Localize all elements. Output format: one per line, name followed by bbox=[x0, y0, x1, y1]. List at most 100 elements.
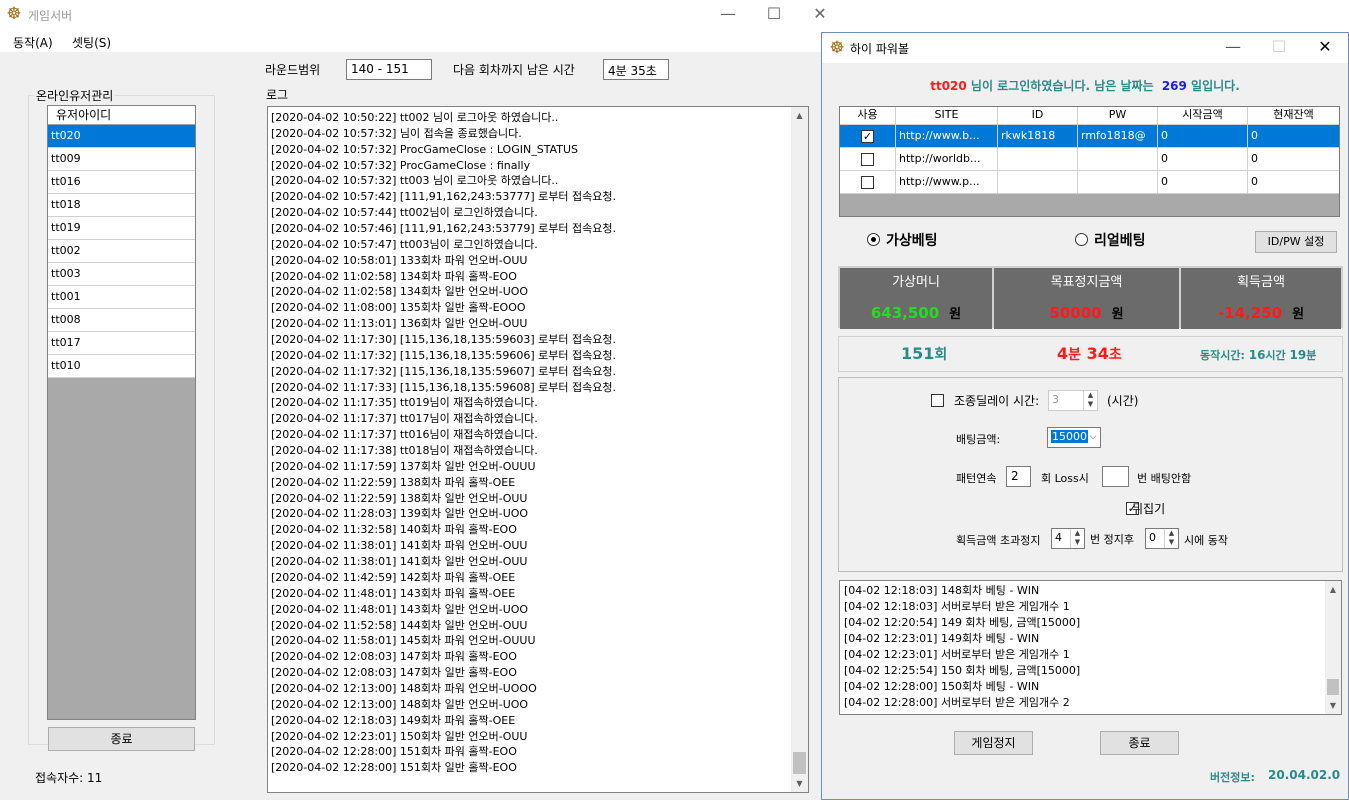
client-close-icon[interactable]: ✕ bbox=[1302, 33, 1348, 63]
grid-cell-pw[interactable] bbox=[1078, 148, 1158, 170]
scroll-thumb[interactable] bbox=[793, 752, 806, 774]
log-box[interactable]: [2020-04-02 10:50:22] tt002 님이 로그아웃 하였습니… bbox=[267, 106, 809, 793]
grid-header-use[interactable]: 사용 bbox=[840, 107, 896, 124]
user-list-item[interactable]: tt016 bbox=[48, 171, 195, 194]
maximize-icon[interactable]: ☐ bbox=[751, 0, 797, 30]
user-list-item[interactable]: tt020 bbox=[48, 125, 195, 148]
log-line: [2020-04-02 11:17:32] [115,136,18,135:59… bbox=[271, 364, 616, 378]
grid-cell-start[interactable]: 0 bbox=[1158, 171, 1248, 193]
resume-spinner[interactable]: 0 ▲ ▼ bbox=[1145, 528, 1179, 549]
scroll-down-icon[interactable]: ▼ bbox=[791, 775, 808, 792]
grid-cell-site[interactable]: http://www.b... bbox=[896, 125, 998, 147]
bet-amount-select[interactable]: 15000 ⌵ bbox=[1047, 427, 1101, 448]
remain-seconds: 34 bbox=[1086, 344, 1109, 363]
grid-cell-balance[interactable]: 0 bbox=[1248, 171, 1339, 193]
grid-cell-pw[interactable] bbox=[1078, 171, 1158, 193]
log-line: [2020-04-02 12:23:01] 150회차 일반 언오버-OUU bbox=[271, 729, 528, 743]
virtual-money-header: 가상머니 bbox=[840, 268, 992, 298]
scroll-down-icon[interactable]: ▼ bbox=[1325, 697, 1341, 714]
log-scrollbar[interactable]: ▲ ▼ bbox=[791, 107, 808, 792]
site-grid[interactable]: 사용 SITE ID PW 시작금액 현재잔액 ✓ http://www.b...… bbox=[839, 106, 1340, 217]
grid-row[interactable]: ✓ http://www.b... rkwk1818 rmfo1818@ 0 0 bbox=[840, 125, 1339, 148]
log-line: [2020-04-02 11:17:33] [115,136,18,135:59… bbox=[271, 380, 616, 394]
no-bet-field[interactable] bbox=[1102, 466, 1129, 487]
log-line: [2020-04-02 11:22:59] 138회차 파워 홀짝-OEE bbox=[271, 475, 516, 489]
user-list-item[interactable]: tt002 bbox=[48, 240, 195, 263]
user-list-item[interactable]: tt009 bbox=[48, 148, 195, 171]
spinner-arrows-icon[interactable]: ▲ ▼ bbox=[1070, 529, 1084, 548]
client-minimize-icon[interactable]: — bbox=[1210, 33, 1256, 63]
round-number: 151 bbox=[901, 344, 935, 363]
idpw-settings-button[interactable]: ID/PW 설정 bbox=[1255, 231, 1337, 253]
grid-cell-start[interactable]: 0 bbox=[1158, 125, 1248, 147]
bet-log-box[interactable]: [04-02 12:18:03] 148회차 베팅 - WIN [04-02 12… bbox=[839, 580, 1342, 715]
bet-log-scrollbar[interactable]: ▲ ▼ bbox=[1325, 581, 1341, 714]
user-list-item[interactable]: tt010 bbox=[48, 355, 195, 378]
menu-action[interactable]: 동작(A) bbox=[13, 34, 53, 51]
grid-cell-id[interactable] bbox=[998, 171, 1078, 193]
user-list-item[interactable]: tt018 bbox=[48, 194, 195, 217]
grid-cell-site[interactable]: http://worldb... bbox=[896, 148, 998, 170]
use-checkbox[interactable]: ✓ bbox=[861, 129, 874, 143]
grid-cell-use bbox=[840, 148, 896, 170]
virtual-money-cell: 643,500 원 bbox=[840, 298, 992, 329]
close-icon[interactable]: ✕ bbox=[797, 0, 843, 30]
grid-header: 사용 SITE ID PW 시작금액 현재잔액 bbox=[840, 107, 1339, 125]
unit-won: 원 bbox=[949, 307, 962, 322]
dropdown-chevron-icon[interactable]: ⌵ bbox=[1086, 428, 1100, 447]
grid-cell-balance[interactable]: 0 bbox=[1248, 148, 1339, 170]
grid-cell-balance[interactable]: 0 bbox=[1248, 125, 1339, 147]
scroll-up-icon[interactable]: ▲ bbox=[791, 107, 808, 124]
log-line: [2020-04-02 11:17:37] tt016님이 재접속하였습니다. bbox=[271, 428, 538, 442]
log-line: [2020-04-02 10:57:44] tt002님이 로그인하였습니다. bbox=[271, 206, 538, 220]
round-range-field[interactable]: 140 - 151 bbox=[346, 59, 432, 80]
log-line: [2020-04-02 10:57:47] tt003님이 로그인하였습니다. bbox=[271, 237, 538, 251]
user-list-item[interactable]: tt001 bbox=[48, 286, 195, 309]
use-checkbox[interactable] bbox=[861, 152, 874, 166]
client-maximize-icon[interactable]: ☐ bbox=[1256, 33, 1302, 63]
bet-amount-value: 15000 bbox=[1051, 430, 1088, 443]
grid-header-pw[interactable]: PW bbox=[1078, 107, 1158, 124]
log-line: [2020-04-02 12:18:03] 149회차 파워 홀짝-OEE bbox=[271, 713, 516, 727]
grid-cell-start[interactable]: 0 bbox=[1158, 148, 1248, 170]
grid-row[interactable]: http://worldb... 0 0 bbox=[840, 148, 1339, 171]
virtual-bet-radio[interactable] bbox=[867, 233, 880, 246]
user-list[interactable]: 유저아이디 tt020 tt009 tt016 tt018 tt019 tt002 tt00… bbox=[47, 105, 196, 720]
spinner-arrows-icon[interactable]: ▲ ▼ bbox=[1164, 529, 1178, 548]
delay-checkbox[interactable] bbox=[931, 394, 944, 407]
user-list-header[interactable]: 유저아이디 bbox=[48, 106, 195, 125]
client-exit-button[interactable]: 종료 bbox=[1100, 731, 1179, 755]
earn-stop-spinner[interactable]: 4 ▲ ▼ bbox=[1051, 528, 1085, 549]
grid-cell-pw[interactable]: rmfo1818@ bbox=[1078, 125, 1158, 147]
user-list-item[interactable]: tt019 bbox=[48, 217, 195, 240]
grid-header-balance[interactable]: 현재잔액 bbox=[1248, 107, 1339, 124]
grid-header-start[interactable]: 시작금액 bbox=[1158, 107, 1248, 124]
virtual-money-value: 643,500 bbox=[870, 304, 940, 322]
grid-header-site[interactable]: SITE bbox=[896, 107, 998, 124]
connected-count: 접속자수: 11 bbox=[35, 771, 103, 785]
log-line: [2020-04-02 11:48:01] 143회차 파워 홀짝-OEE bbox=[271, 586, 516, 600]
log-line: [2020-04-02 11:17:30] [115,136,18,135:59… bbox=[271, 333, 616, 347]
pattern-field[interactable]: 2 bbox=[1006, 466, 1031, 487]
user-list-item[interactable]: tt017 bbox=[48, 332, 195, 355]
menu-settings[interactable]: 셋팅(S) bbox=[72, 34, 111, 51]
delay-spinner[interactable]: 3 ▲ ▼ bbox=[1048, 390, 1098, 411]
user-list-item[interactable]: tt003 bbox=[48, 263, 195, 286]
grid-cell-site[interactable]: http://www.p... bbox=[896, 171, 998, 193]
grid-row[interactable]: http://www.p... 0 0 bbox=[840, 171, 1339, 194]
minimize-icon[interactable]: — bbox=[705, 0, 751, 30]
game-stop-button[interactable]: 게임정지 bbox=[954, 731, 1033, 755]
use-checkbox[interactable] bbox=[861, 175, 874, 189]
real-bet-radio[interactable] bbox=[1075, 233, 1088, 246]
exit-button[interactable]: 종료 bbox=[48, 727, 195, 751]
time-left-field[interactable]: 4분 35초 bbox=[603, 59, 669, 80]
log-line: [2020-04-02 12:08:03] 147회차 일반 홀짝-EOO bbox=[271, 666, 517, 680]
grid-header-id[interactable]: ID bbox=[998, 107, 1078, 124]
spinner-arrows-icon[interactable]: ▲ ▼ bbox=[1083, 391, 1097, 410]
scroll-up-icon[interactable]: ▲ bbox=[1325, 581, 1341, 598]
grid-cell-use: ✓ bbox=[840, 125, 896, 147]
user-list-item[interactable]: tt008 bbox=[48, 309, 195, 332]
scroll-thumb[interactable] bbox=[1327, 679, 1339, 695]
grid-cell-id[interactable] bbox=[998, 148, 1078, 170]
grid-cell-id[interactable]: rkwk1818 bbox=[998, 125, 1078, 147]
